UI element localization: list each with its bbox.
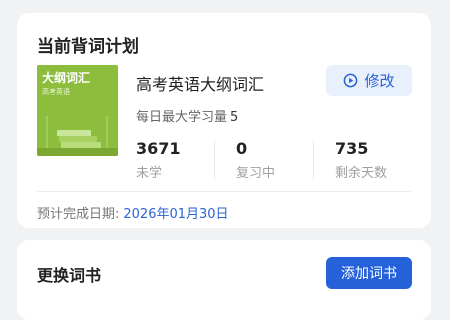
stat-unlearned: 3671 未学 [136, 139, 181, 181]
edit-plan-button[interactable]: 修改 [326, 65, 412, 96]
stat-divider [214, 141, 215, 179]
estimated-finish: 预计完成日期: 2026年01月30日 [37, 203, 229, 222]
stat-unlearned-value: 3671 [136, 139, 181, 158]
divider [37, 191, 411, 192]
book-cover-title: 大纲词汇 [42, 71, 91, 85]
stat-reviewing-label: 复习中 [236, 166, 276, 181]
stat-reviewing: 0 复习中 [236, 139, 275, 181]
daily-limit-value: 5 [230, 110, 239, 125]
stat-remaining-days-value: 735 [335, 139, 369, 158]
book-cover[interactable]: 大纲词汇 高考英语 [37, 65, 118, 156]
stat-divider [313, 141, 314, 179]
play-circle-icon [344, 73, 358, 88]
stat-reviewing-value: 0 [236, 139, 248, 158]
edit-plan-label: 修改 [364, 72, 395, 90]
stat-unlearned-label: 未学 [136, 166, 163, 181]
current-plan-card: 当前背词计划 大纲词汇 高考英语 高考英语大纲词汇 修改 每日最大学习量 5 36… [17, 13, 431, 228]
daily-limit: 每日最大学习量 5 [136, 106, 238, 125]
estimated-finish-date: 2026年01月30日 [123, 207, 229, 222]
book-name: 高考英语大纲词汇 [136, 75, 265, 94]
books-illustration-icon [37, 116, 118, 156]
stat-remaining-days: 735 剩余天数 [335, 139, 387, 181]
change-book-title: 更换词书 [37, 266, 102, 285]
change-book-card: 更换词书 添加词书 [17, 240, 431, 320]
stat-remaining-days-label: 剩余天数 [335, 166, 388, 181]
plan-title: 当前背词计划 [37, 37, 139, 57]
daily-limit-label: 每日最大学习量 [136, 110, 228, 125]
estimated-finish-label: 预计完成日期: [37, 207, 120, 222]
add-book-button[interactable]: 添加词书 [326, 257, 412, 289]
